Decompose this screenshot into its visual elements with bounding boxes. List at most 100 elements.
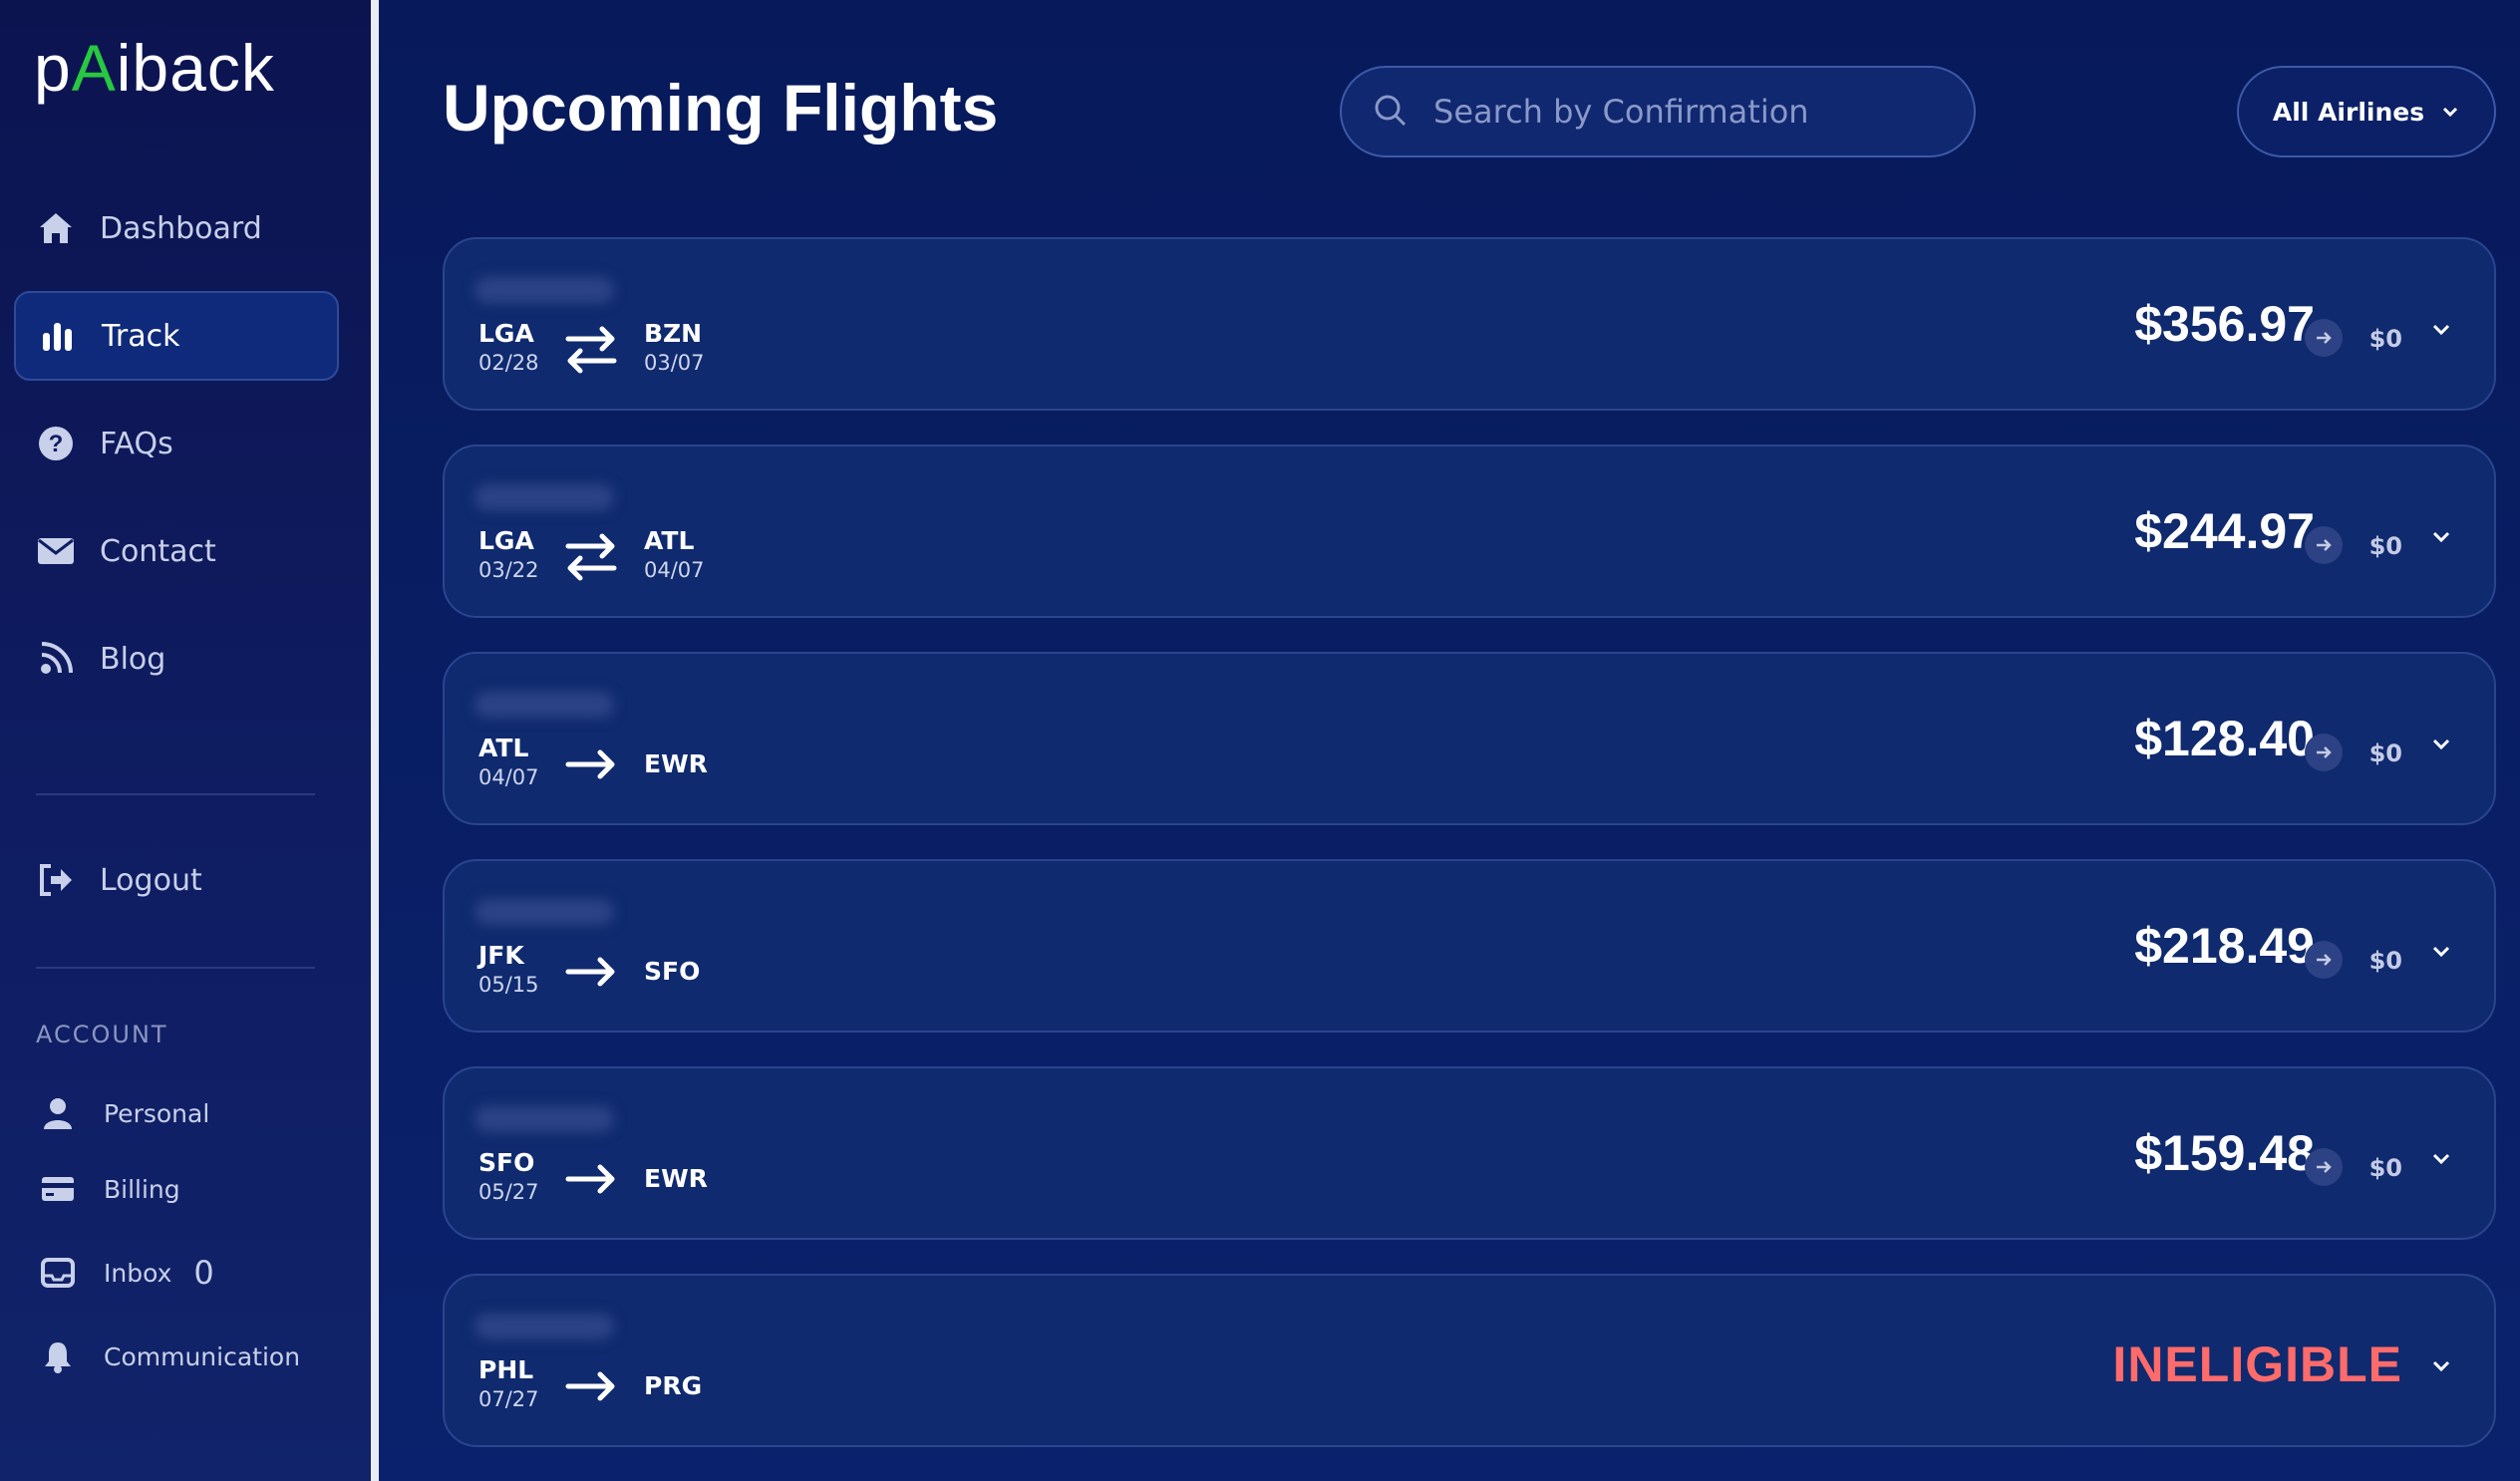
flight-card[interactable]: LGA 02/28 BZN 03/07 $356.97 $0 (443, 237, 2496, 411)
arrow-right-icon (2305, 1148, 2343, 1186)
departure-date: 04/07 (478, 765, 539, 789)
origin: LGA 03/22 (478, 526, 539, 584)
bell-icon (40, 1338, 76, 1374)
sidebar-item-label: Dashboard (100, 210, 262, 246)
destination: SFO (644, 957, 700, 987)
destination: EWR (644, 749, 708, 779)
round-trip-arrows-icon (565, 326, 617, 374)
destination-airport: SFO (644, 957, 701, 986)
origin: LGA 02/28 (478, 319, 539, 377)
confirmation-code-redacted (474, 692, 614, 718)
account-item-communication[interactable]: Communication (40, 1332, 300, 1381)
departure-date: 02/28 (478, 351, 539, 375)
search-icon (1374, 94, 1410, 130)
destination-airport: ATL (644, 526, 695, 555)
arrow-right-icon (2305, 941, 2343, 979)
page-title: Upcoming Flights (443, 71, 999, 145)
inbox-count-badge: 0 (193, 1254, 214, 1292)
envelope-icon (36, 531, 76, 571)
confirmation-code-redacted (474, 899, 614, 925)
flight-price: $128.40 (2134, 711, 2315, 766)
origin: JFK 05/15 (478, 941, 539, 999)
chevron-down-icon[interactable] (2426, 522, 2456, 552)
confirmation-code-redacted (474, 277, 614, 303)
app-logo[interactable]: pAiback (34, 30, 275, 106)
refund-amount: $0 (2368, 1154, 2402, 1182)
arrow-right-icon (565, 1164, 615, 1194)
destination-airport: PRG (644, 1371, 703, 1400)
departure-date: 05/15 (478, 973, 539, 997)
user-icon (40, 1095, 76, 1131)
sidebar-item-dashboard[interactable]: Dashboard (14, 183, 339, 273)
search-box[interactable] (1340, 66, 1976, 157)
sidebar-divider (36, 793, 315, 795)
airline-filter-label: All Airlines (2272, 97, 2425, 127)
confirmation-code-redacted (474, 484, 614, 510)
origin: PHL 07/27 (478, 1355, 539, 1413)
destination: EWR (644, 1164, 708, 1194)
account-item-billing[interactable]: Billing (40, 1164, 180, 1214)
origin-airport: SFO (478, 1148, 535, 1177)
origin-airport: PHL (478, 1355, 534, 1384)
flight-price: $159.48 (2134, 1125, 2315, 1181)
arrow-right-icon (565, 1371, 615, 1401)
account-item-label: Personal (104, 1098, 210, 1128)
flight-card[interactable]: LGA 03/22 ATL 04/07 $244.97 $0 (443, 444, 2496, 618)
home-icon (36, 208, 76, 248)
refund-amount: $0 (2368, 325, 2402, 353)
chevron-down-icon[interactable] (2426, 730, 2456, 759)
sidebar-item-blog[interactable]: Blog (14, 614, 339, 704)
destination-airport: EWR (644, 749, 708, 778)
flight-card[interactable]: SFO 05/27 EWR $159.48 $0 (443, 1066, 2496, 1240)
chevron-down-icon[interactable] (2426, 315, 2456, 345)
origin-airport: JFK (478, 941, 524, 970)
sidebar-border (371, 0, 379, 1481)
arrow-right-icon (2305, 526, 2343, 564)
account-item-inbox[interactable]: Inbox 0 (40, 1248, 214, 1298)
logout-icon (36, 860, 76, 900)
flight-card[interactable]: JFK 05/15 SFO $218.49 $0 (443, 859, 2496, 1033)
refund-amount: $0 (2368, 532, 2402, 560)
destination: PRG (644, 1371, 702, 1401)
arrow-right-icon (565, 957, 615, 987)
account-item-label: Inbox (104, 1258, 172, 1288)
chevron-down-icon[interactable] (2426, 1351, 2456, 1381)
origin: SFO 05/27 (478, 1148, 539, 1206)
account-section-label: ACCOUNT (36, 1021, 168, 1048)
sidebar-item-track[interactable]: Track (14, 291, 339, 381)
arrow-right-icon (2305, 319, 2343, 357)
account-item-label: Communication (104, 1341, 301, 1371)
inbox-icon (40, 1255, 76, 1291)
departure-date: 05/27 (478, 1180, 539, 1204)
airline-filter-dropdown[interactable]: All Airlines (2237, 66, 2496, 157)
return-date: 04/07 (644, 558, 705, 582)
origin-airport: LGA (478, 319, 534, 348)
origin-airport: ATL (478, 734, 529, 762)
sidebar: pAiback Dashboard Track ? FAQs Contact B… (0, 0, 371, 1481)
question-circle-icon: ? (36, 424, 76, 463)
sidebar-item-contact[interactable]: Contact (14, 506, 339, 596)
chevron-down-icon[interactable] (2426, 937, 2456, 967)
sidebar-divider (36, 967, 315, 969)
chevron-down-icon (2443, 107, 2458, 118)
sidebar-item-label: Contact (100, 533, 216, 569)
sidebar-item-faqs[interactable]: ? FAQs (14, 399, 339, 488)
sidebar-item-label: FAQs (100, 426, 173, 461)
flight-price: $218.49 (2134, 918, 2315, 974)
search-input[interactable] (1433, 93, 1952, 131)
chevron-down-icon[interactable] (2426, 1144, 2456, 1174)
flight-card[interactable]: ATL 04/07 EWR $128.40 $0 (443, 652, 2496, 825)
destination-airport: BZN (644, 319, 703, 348)
logout-label: Logout (100, 862, 202, 898)
flight-card[interactable]: PHL 07/27 PRG INELIGIBLE (443, 1274, 2496, 1447)
chart-bar-icon (38, 316, 78, 356)
account-item-label: Billing (104, 1174, 180, 1204)
refund-amount: $0 (2368, 947, 2402, 975)
round-trip-arrows-icon (565, 533, 617, 581)
flight-price: $356.97 (2134, 296, 2315, 352)
destination: BZN 03/07 (644, 319, 705, 377)
logout-button[interactable]: Logout (14, 835, 339, 925)
account-item-personal[interactable]: Personal (40, 1088, 209, 1138)
arrow-right-icon (2305, 734, 2343, 771)
departure-date: 07/27 (478, 1387, 539, 1411)
